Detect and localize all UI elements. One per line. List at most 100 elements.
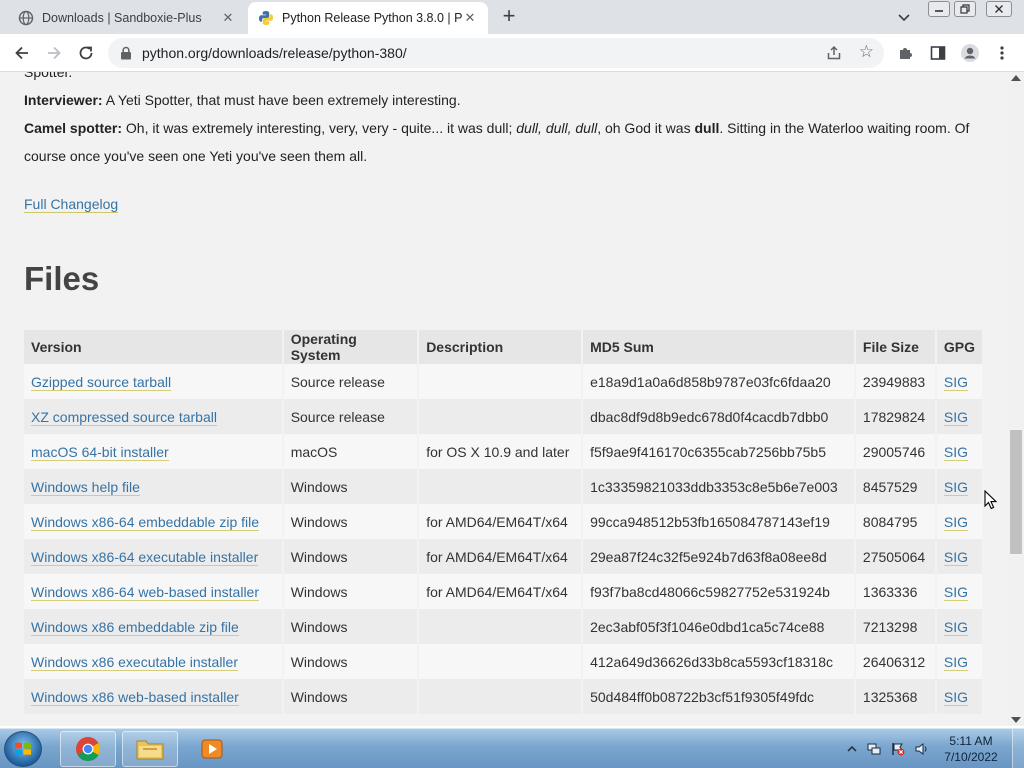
file-version-cell: XZ compressed source tarball [24, 399, 284, 434]
page-viewport: Spotter. Interviewer: A Yeti Spotter, th… [0, 72, 1008, 726]
side-panel-icon[interactable] [928, 43, 948, 63]
more-menu-icon[interactable] [992, 43, 1012, 63]
browser-toolbar: python.org/downloads/release/python-380/… [0, 34, 1024, 72]
table-row: Windows x86 web-based installer Windows 50… [24, 679, 985, 714]
file-description-cell: for AMD64/EM64T/x64 [418, 539, 584, 574]
windows-logo-icon [15, 742, 31, 755]
file-version-link[interactable]: Windows x86-64 executable installer [31, 548, 259, 566]
gpg-signature-cell: SIG [935, 399, 985, 434]
table-row: Windows help file Windows 1c33359821033ddb… [24, 469, 985, 504]
column-header-md5: MD5 Sum [582, 330, 856, 364]
gpg-signature-link[interactable]: SIG [943, 478, 968, 496]
column-header-file-size: File Size [854, 330, 937, 364]
globe-icon [18, 10, 34, 26]
restore-window-icon[interactable] [954, 1, 976, 17]
close-tab-icon[interactable]: ✕ [220, 10, 236, 26]
file-version-cell: Windows help file [24, 469, 284, 504]
scroll-up-arrow-icon[interactable] [1011, 75, 1021, 81]
file-version-link[interactable]: Windows x86-64 embeddable zip file [31, 513, 260, 531]
dialogue-text: Oh, it was extremely interesting, very, … [122, 120, 517, 136]
file-description-cell: for AMD64/EM64T/x64 [418, 574, 584, 609]
gpg-signature-cell: SIG [935, 434, 985, 469]
file-md5-cell: 2ec3abf05f3f1046e0dbd1ca5c74ce88 [582, 609, 856, 644]
file-size-cell: 1363336 [854, 574, 937, 609]
page-scrollbar[interactable] [1008, 72, 1024, 726]
gpg-signature-cell: SIG [935, 609, 985, 644]
file-md5-cell: f5f9ae9f416170c6355cab7256bb75b5 [582, 434, 856, 469]
close-window-icon[interactable] [986, 1, 1012, 17]
file-description-cell [418, 469, 584, 504]
tab-python-release[interactable]: Python Release Python 3.8.0 | Py ✕ [248, 2, 488, 34]
gpg-signature-link[interactable]: SIG [943, 513, 968, 531]
table-row: Windows x86 embeddable zip file Windows 2e… [24, 609, 985, 644]
file-os-cell: Source release [282, 399, 420, 434]
lock-icon [121, 46, 131, 60]
address-bar[interactable]: python.org/downloads/release/python-380/… [108, 38, 884, 68]
file-version-link[interactable]: Windows x86 web-based installer [31, 688, 239, 706]
forward-arrow-icon[interactable] [44, 43, 64, 63]
profile-avatar-icon[interactable] [960, 43, 980, 63]
windows-start-button[interactable] [4, 731, 42, 767]
bookmark-star-icon[interactable]: ☆ [859, 42, 874, 62]
tab-strip: Downloads | Sandboxie-Plus ✕ Python Rele… [0, 0, 1024, 34]
gpg-signature-cell: SIG [935, 574, 985, 609]
file-version-link[interactable]: Windows x86-64 web-based installer [31, 583, 259, 601]
file-version-cell: Windows x86-64 executable installer [24, 539, 284, 574]
file-version-link[interactable]: Windows help file [31, 478, 140, 496]
back-arrow-icon[interactable] [12, 43, 32, 63]
file-os-cell: Windows [282, 539, 420, 574]
tab-sandboxie-downloads[interactable]: Downloads | Sandboxie-Plus ✕ [8, 2, 246, 34]
column-header-description: Description [418, 330, 584, 364]
chevron-down-icon[interactable] [896, 9, 912, 25]
table-row: macOS 64-bit installer macOS for OS X 10.9… [24, 434, 985, 469]
table-header-row: Version Operating System Description MD5… [24, 330, 985, 364]
file-os-cell: Windows [282, 574, 420, 609]
column-header-os: Operating System [282, 330, 420, 364]
share-icon[interactable] [826, 45, 842, 61]
mouse-pointer-icon [984, 490, 998, 510]
file-md5-cell: 50d484ff0b08722b3cf51f9305f49fdc [582, 679, 856, 714]
gpg-signature-link[interactable]: SIG [943, 688, 968, 706]
gpg-signature-link[interactable]: SIG [943, 618, 968, 636]
close-tab-icon[interactable]: ✕ [462, 10, 478, 26]
speaker-label: Camel spotter: [24, 120, 123, 136]
reload-icon[interactable] [76, 43, 96, 63]
file-version-link[interactable]: Gzipped source tarball [31, 373, 172, 391]
extensions-puzzle-icon[interactable] [896, 43, 916, 63]
table-row: XZ compressed source tarball Source relea… [24, 399, 985, 434]
file-version-link[interactable]: XZ compressed source tarball [31, 408, 217, 426]
gpg-signature-link[interactable]: SIG [943, 583, 968, 601]
show-hidden-icons-icon[interactable] [845, 742, 859, 756]
file-version-link[interactable]: macOS 64-bit installer [31, 443, 169, 461]
new-tab-icon[interactable]: + [498, 5, 520, 28]
gpg-signature-cell: SIG [935, 644, 985, 679]
file-description-cell: for OS X 10.9 and later [418, 434, 584, 469]
minimize-window-icon[interactable] [928, 1, 950, 17]
system-clock[interactable]: 5:11 AM 7/10/2022 [936, 733, 1006, 765]
file-version-cell: Windows x86 executable installer [24, 644, 284, 679]
action-center-flag-icon[interactable] [891, 742, 905, 756]
scrollbar-thumb[interactable] [1010, 430, 1022, 554]
file-description-cell [418, 679, 584, 714]
clock-date: 7/10/2022 [944, 750, 998, 764]
gpg-signature-link[interactable]: SIG [943, 373, 968, 391]
gpg-signature-link[interactable]: SIG [943, 408, 968, 426]
network-icon[interactable] [867, 742, 881, 756]
file-description-cell: for AMD64/EM64T/x64 [418, 504, 584, 539]
file-version-link[interactable]: Windows x86 executable installer [31, 653, 238, 671]
gpg-signature-cell: SIG [935, 539, 985, 574]
file-md5-cell: 412a649d36626d33b8ca5593cf18318c [582, 644, 856, 679]
scroll-down-arrow-icon[interactable] [1011, 717, 1021, 723]
file-md5-cell: f93f7ba8cd48066c59827752e531924b [582, 574, 856, 609]
gpg-signature-link[interactable]: SIG [943, 548, 968, 566]
taskbar-explorer-button[interactable] [122, 731, 178, 767]
file-version-link[interactable]: Windows x86 embeddable zip file [31, 618, 239, 636]
full-changelog-link[interactable]: Full Changelog [24, 196, 119, 213]
volume-icon[interactable] [915, 742, 929, 756]
show-desktop-button[interactable] [1012, 729, 1024, 768]
taskbar-chrome-button[interactable] [60, 731, 116, 767]
taskbar-media-player-button[interactable] [184, 731, 240, 767]
gpg-signature-link[interactable]: SIG [943, 443, 968, 461]
file-version-cell: Windows x86-64 web-based installer [24, 574, 284, 609]
gpg-signature-link[interactable]: SIG [943, 653, 968, 671]
